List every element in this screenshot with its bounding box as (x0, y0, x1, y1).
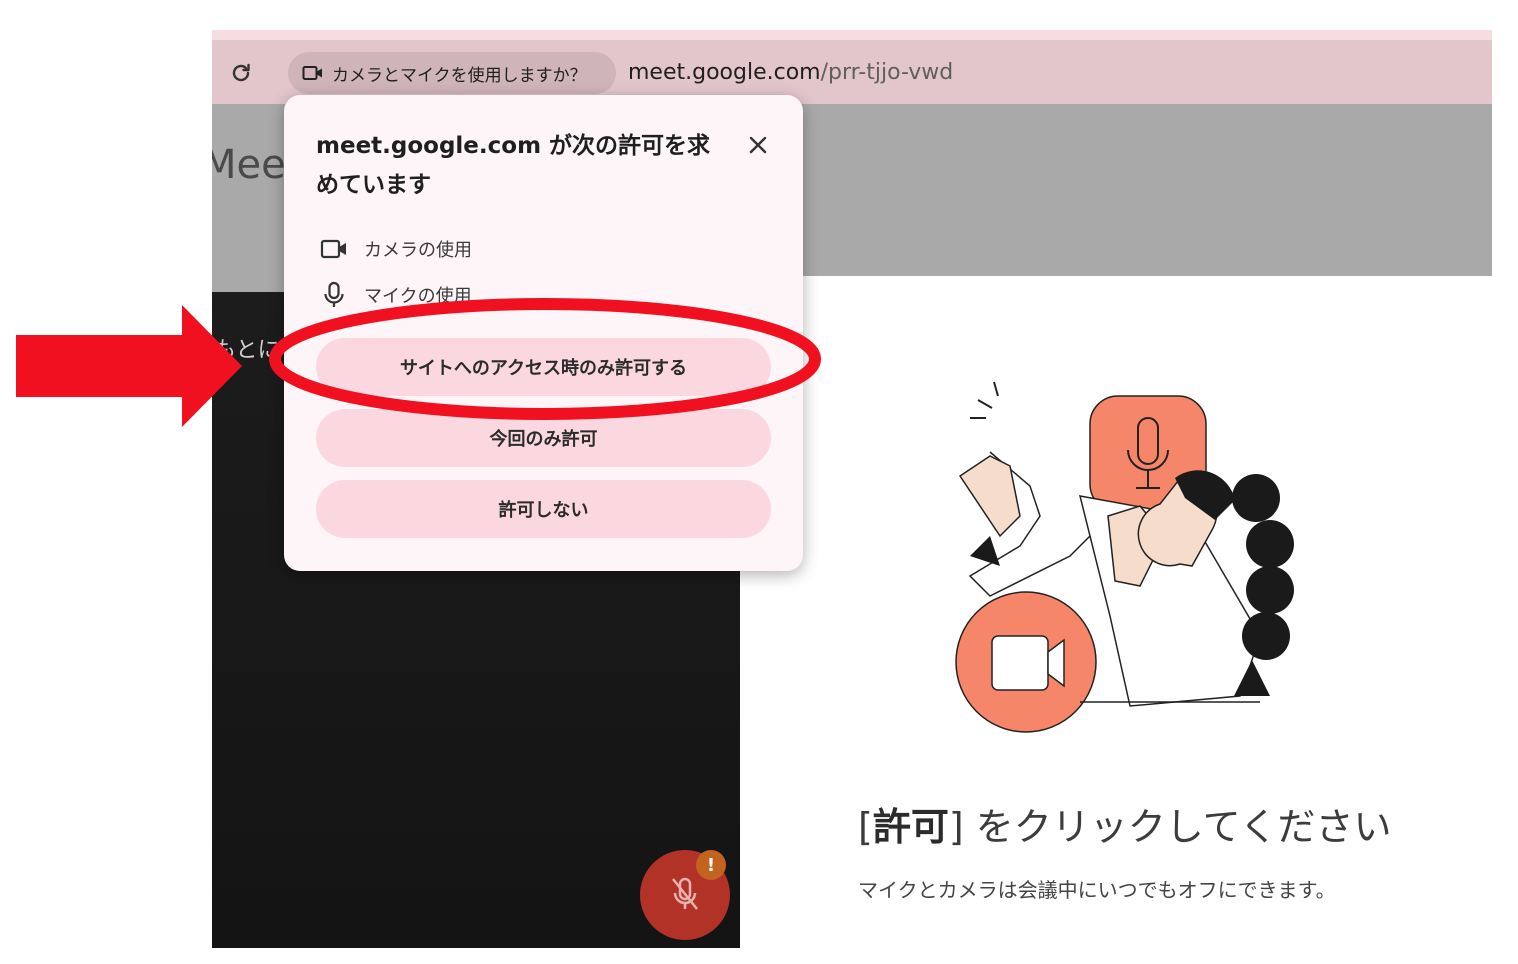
close-button[interactable] (742, 129, 774, 161)
permission-help-card: [許可] をクリックしてください マイクとカメラは会議中にいつでもオフにできます… (740, 276, 1492, 948)
person-with-camera-and-mic-illustration (955, 381, 1294, 733)
permission-request-chip[interactable]: カメラとマイクを使用しますか？ (288, 52, 616, 94)
headline-bracket-open: [ (858, 805, 873, 849)
instruction-headline: [許可] をクリックしてください (858, 796, 1391, 851)
annotation-highlight-ellipse (269, 298, 821, 420)
close-icon (749, 136, 767, 154)
url-path: /prr-tjjo-vwd (820, 60, 954, 85)
url-host: meet.google.com (628, 60, 821, 85)
instruction-subtext: マイクとカメラは会議中にいつでもオフにできます。 (858, 878, 1336, 902)
permission-chip-label: カメラとマイクを使用しますか？ (332, 65, 587, 86)
popup-title: meet.google.com が次の許可を求めています (316, 133, 711, 198)
reload-icon (232, 63, 250, 82)
browser-toolbar: カメラとマイクを使用しますか？ meet.google.com/prr-tjjo… (212, 30, 1492, 104)
headline-rest: ] をクリックしてください (948, 805, 1392, 849)
camera-icon (302, 66, 322, 80)
microphone-off-icon (672, 877, 698, 910)
never-allow-button[interactable]: 許可しない (316, 480, 771, 538)
warning-badge: ! (696, 850, 726, 880)
address-bar-url[interactable]: meet.google.com/prr-tjjo-vwd (628, 60, 953, 85)
headline-allow-text: 許可 (872, 805, 949, 849)
permission-camera: カメラの使用 (320, 236, 472, 262)
camera-icon (320, 239, 346, 259)
annotation-arrow (16, 305, 242, 427)
permission-camera-label: カメラの使用 (364, 240, 472, 261)
reload-button[interactable] (228, 60, 254, 86)
